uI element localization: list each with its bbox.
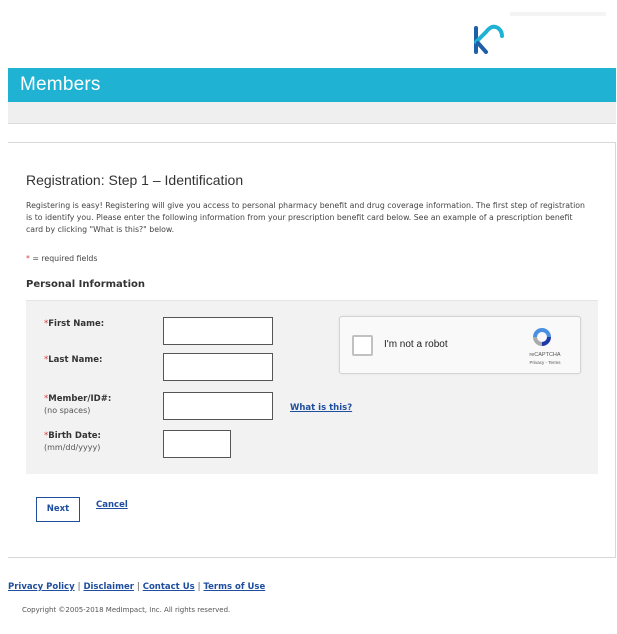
page-title: Members [20,74,101,95]
registration-title: Registration: Step 1 – Identification [26,172,244,188]
contact-us-link[interactable]: Contact Us [143,582,195,592]
recaptcha-logo-icon [533,328,551,346]
recaptcha-label: I'm not a robot [384,339,448,350]
first-name-label: *First Name: [44,319,105,329]
footer-links: Privacy Policy | Disclaimer | Contact Us… [8,582,266,592]
what-is-this-link[interactable]: What is this? [290,403,352,413]
page-banner: Members [8,68,616,102]
required-note: * = required fields [26,254,97,263]
member-id-hint: (no spaces) [44,406,91,415]
brand-logo-icon [474,24,504,54]
recaptcha-widget: I'm not a robot reCAPTCHA Privacy - Term… [339,316,581,374]
birth-date-input[interactable] [163,430,231,458]
member-id-label: *Member/ID#: [44,394,112,404]
disclaimer-link[interactable]: Disclaimer [83,582,133,592]
next-button[interactable]: Next [36,497,80,522]
sub-bar [8,102,616,124]
last-name-input[interactable] [163,353,273,381]
cancel-link[interactable]: Cancel [96,500,128,510]
privacy-policy-link[interactable]: Privacy Policy [8,582,75,592]
birth-date-label: *Birth Date: [44,431,101,441]
last-name-label: *Last Name: [44,355,103,365]
copyright: Copyright ©2005-2018 MedImpact, Inc. All… [22,606,231,614]
member-id-input[interactable] [163,392,273,420]
section-title: Personal Information [26,279,145,290]
first-name-input[interactable] [163,317,273,345]
recaptcha-brand: reCAPTCHA [529,352,561,358]
birth-date-hint: (mm/dd/yyyy) [44,443,101,452]
recaptcha-checkbox[interactable] [352,335,373,356]
terms-of-use-link[interactable]: Terms of Use [203,582,265,592]
recaptcha-privacy-terms[interactable]: Privacy - Terms [516,360,574,365]
registration-intro: Registering is easy! Registering will gi… [26,201,585,234]
required-note-text: = required fields [29,254,98,263]
header-decor-line [510,12,606,16]
